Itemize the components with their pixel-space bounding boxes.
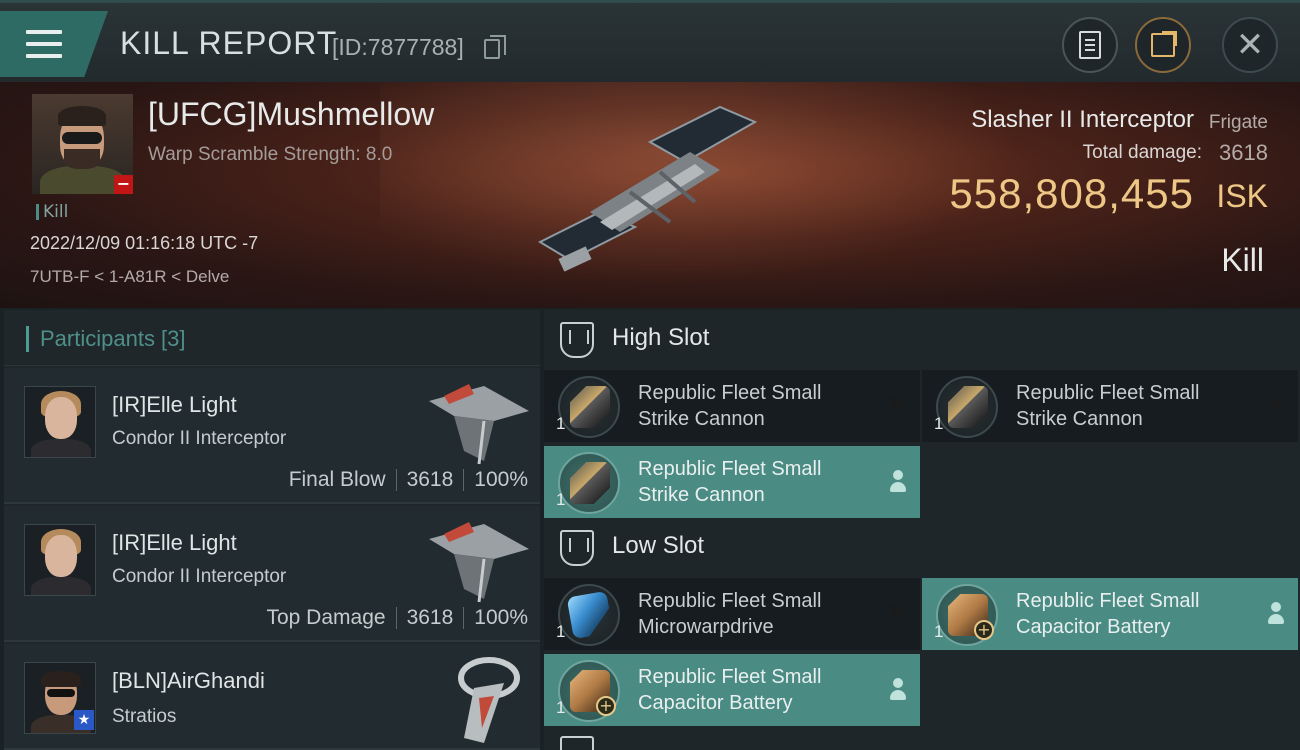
kill-id: [ID:7877788]	[332, 34, 464, 60]
isk-unit: ISK	[1216, 178, 1268, 214]
low-slot-header: Low Slot	[544, 518, 1300, 580]
destroyed-icon: ✕	[1264, 390, 1286, 420]
high-slot-icon	[560, 322, 594, 358]
module-name: Republic Fleet Small Microwarpdrive	[638, 590, 822, 638]
capacitor-battery-icon: +	[948, 594, 994, 640]
microwarpdrive-icon	[566, 590, 614, 640]
victim-ship-name[interactable]: Slasher II Interceptor	[971, 106, 1194, 134]
pilot-icon	[1266, 602, 1286, 626]
participant-damage: 3618	[406, 468, 454, 491]
module-quantity: 1	[556, 622, 566, 641]
module-quantity: 1	[934, 414, 944, 433]
capacitor-battery-icon: +	[570, 670, 616, 716]
high-slot-header: High Slot	[544, 310, 1300, 372]
hamburger-icon	[26, 30, 62, 58]
module-item[interactable]: + 1 Republic Fleet Small Capacitor Batter…	[544, 654, 920, 726]
participant-ship: Condor II Interceptor	[112, 428, 287, 449]
destroyed-icon: ✕	[886, 598, 908, 628]
module-name: Republic Fleet Small Capacitor Battery	[1016, 590, 1200, 638]
participant-damage: 3618	[406, 606, 454, 629]
kill-datetime: 2022/12/09 01:16:18 UTC -7	[30, 233, 259, 253]
module-item[interactable]: 1 Republic Fleet Small Strike Cannon ✕	[544, 370, 920, 442]
participant-avatar[interactable]	[24, 524, 96, 596]
module-item[interactable]: 1 Republic Fleet Small Strike Cannon	[544, 446, 920, 518]
kill-tag: Kill	[36, 204, 68, 221]
star-badge-icon: ★	[74, 710, 94, 730]
module-name: Republic Fleet Small Strike Cannon	[1016, 382, 1200, 430]
victim-ship-class: Frigate	[1208, 112, 1268, 133]
participant-role: Final Blow	[288, 468, 386, 491]
minus-badge-icon: −	[114, 175, 133, 194]
kill-location: 7UTB-F < 1-A81R < Delve	[30, 267, 230, 286]
high-slot-title: High Slot	[612, 324, 710, 351]
victim-banner: − [UFCG]Mushmellow Warp Scramble Strengt…	[0, 82, 1300, 308]
participant-percent: 100%	[474, 468, 528, 491]
page-title: KILL REPORT	[120, 25, 338, 61]
strike-cannon-icon	[948, 386, 988, 428]
report-button[interactable]	[1062, 17, 1118, 73]
participant-stats: Final Blow 3618 100%	[289, 468, 528, 492]
participant-row[interactable]: [IR]Elle Light Condor II Interceptor Fin…	[4, 368, 540, 504]
participant-ship-image	[429, 384, 529, 465]
module-item[interactable]: + 1 Republic Fleet Small Capacitor Batter…	[922, 578, 1298, 650]
module-item[interactable]: 1 Republic Fleet Small Microwarpdrive ✕	[544, 578, 920, 650]
module-quantity: 1	[556, 698, 566, 717]
module-name: Republic Fleet Small Strike Cannon	[638, 458, 822, 506]
low-slot-icon	[560, 530, 594, 566]
destroyed-icon: ✕	[886, 390, 908, 420]
next-slot-icon	[560, 736, 594, 750]
close-icon: ✕	[1235, 25, 1265, 65]
module-quantity: 1	[556, 414, 566, 433]
participant-ship-image	[429, 522, 529, 603]
fitting-panel: High Slot 1 Republic Fleet Small Strike C…	[544, 310, 1300, 750]
share-icon	[1151, 31, 1177, 57]
total-damage-label: Total damage:	[1082, 142, 1202, 163]
participants-title: Participants [3]	[40, 326, 186, 351]
module-item[interactable]: 1 Republic Fleet Small Strike Cannon ✕	[922, 370, 1298, 442]
module-name: Republic Fleet Small Capacitor Battery	[638, 666, 822, 714]
victim-name[interactable]: [UFCG]Mushmellow	[148, 96, 434, 133]
menu-button[interactable]	[0, 11, 108, 77]
pilot-icon	[888, 678, 908, 702]
participant-avatar[interactable]	[24, 386, 96, 458]
participant-ship: Condor II Interceptor	[112, 566, 287, 587]
participant-ship-image	[458, 657, 520, 743]
strike-cannon-icon	[570, 386, 610, 428]
participant-name: [BLN]AirGhandi	[112, 668, 265, 693]
low-slot-title: Low Slot	[612, 532, 705, 559]
participant-row[interactable]: ★ [BLN]AirGhandi Stratios	[4, 644, 540, 750]
victim-ship-image	[537, 105, 758, 272]
warp-scramble-strength: Warp Scramble Strength: 8.0	[148, 144, 393, 165]
copy-icon[interactable]	[484, 35, 506, 59]
isk-value: 558,808,455	[949, 170, 1194, 217]
kill-result: Kill	[1221, 242, 1264, 278]
strike-cannon-icon	[570, 462, 610, 504]
participant-name: [IR]Elle Light	[112, 392, 237, 417]
total-damage-value: 3618	[1219, 140, 1268, 165]
participant-percent: 100%	[474, 606, 528, 629]
top-bar: KILL REPORT [ID:7877788] ✕	[0, 0, 1300, 82]
module-quantity: 1	[934, 622, 944, 641]
participants-header: Participants [3]	[4, 310, 540, 366]
close-button[interactable]: ✕	[1222, 17, 1278, 73]
share-button[interactable]	[1135, 17, 1191, 73]
pilot-icon	[888, 470, 908, 494]
participant-stats: Top Damage 3618 100%	[266, 606, 528, 630]
participant-name: [IR]Elle Light	[112, 530, 237, 555]
participant-row[interactable]: [IR]Elle Light Condor II Interceptor Top…	[4, 506, 540, 642]
module-quantity: 1	[556, 490, 566, 509]
participant-role: Top Damage	[266, 606, 386, 629]
participants-panel: Participants [3] [IR]Elle Light Condor I…	[4, 310, 540, 750]
clipboard-icon	[1079, 31, 1101, 59]
module-name: Republic Fleet Small Strike Cannon	[638, 382, 822, 430]
participant-ship: Stratios	[112, 706, 177, 727]
